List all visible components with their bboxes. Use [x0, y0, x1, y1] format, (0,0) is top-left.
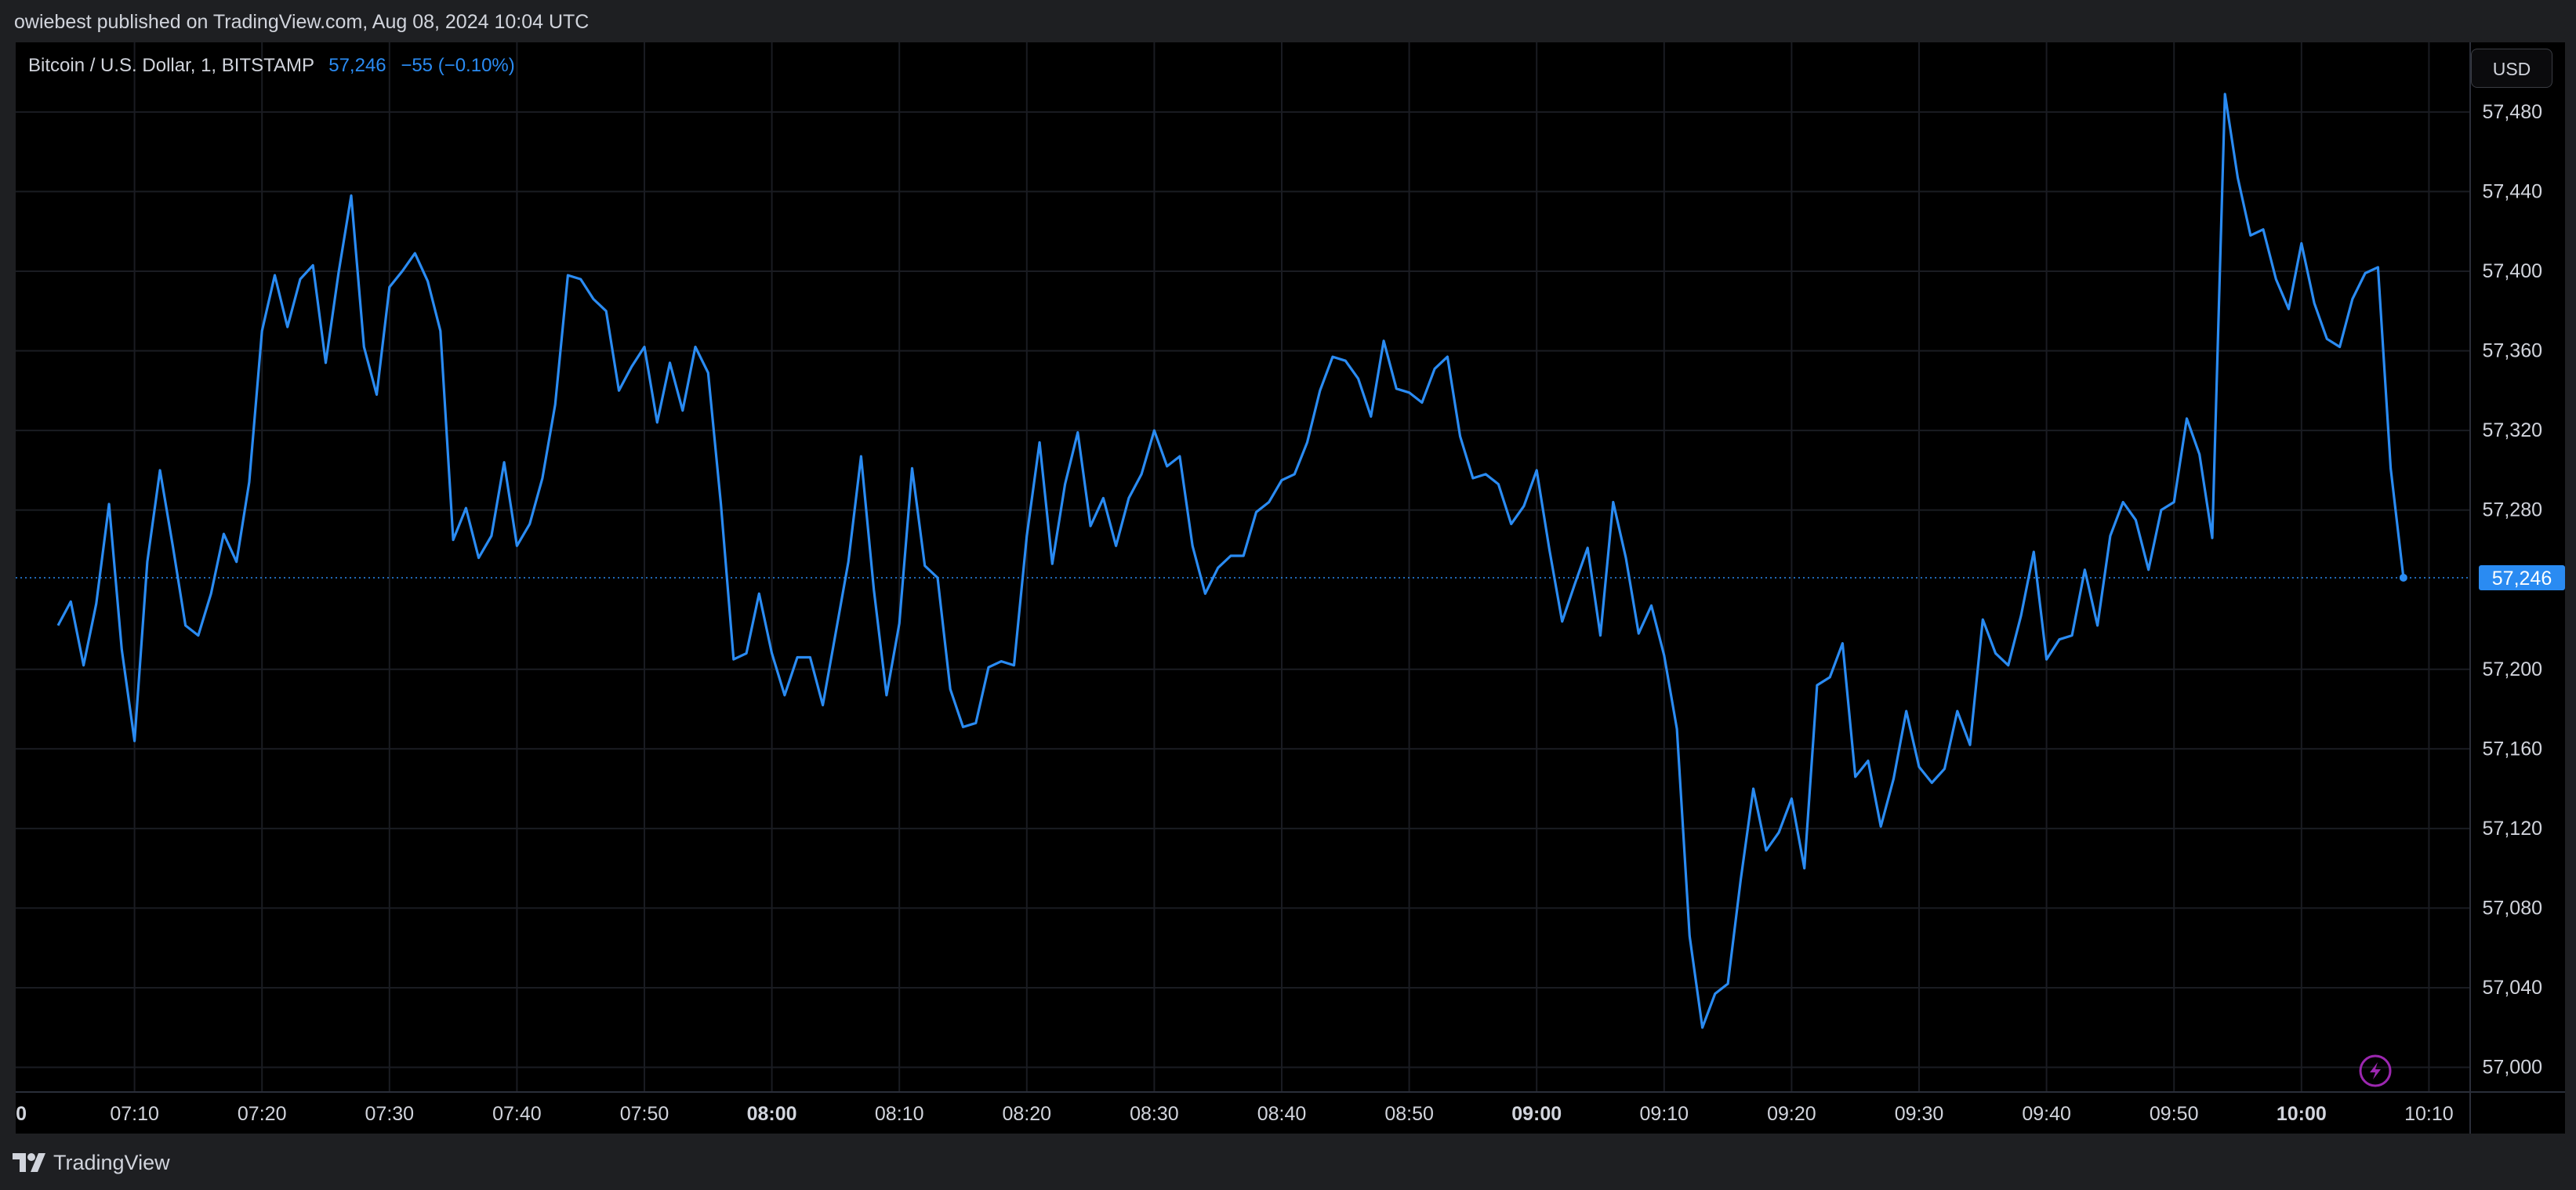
y-tick-label: 57,120: [2483, 818, 2542, 840]
last-price-point: [2399, 573, 2407, 582]
y-tick-label: 57,480: [2483, 101, 2542, 123]
y-tick-label: 57,400: [2483, 260, 2542, 282]
legend-change: −55 (−0.10%): [401, 55, 515, 76]
x-tick-label: 08:40: [1257, 1103, 1307, 1125]
chart-area[interactable]: 57,000 57,040 57,080 57,120 57,160 57,200 57,2…: [16, 42, 2565, 1134]
x-tick-label: 10:10: [2404, 1103, 2454, 1125]
tradingview-logo-icon: [13, 1153, 45, 1172]
x-tick-label: 08:50: [1384, 1103, 1434, 1125]
x-tick-label: 7:00: [16, 1103, 27, 1125]
x-tick-label: 07:20: [238, 1103, 287, 1125]
x-tick-label: 09:30: [1895, 1103, 1944, 1125]
lightning-icon[interactable]: [2359, 1054, 2392, 1087]
price-chart[interactable]: 57,000 57,040 57,080 57,120 57,160 57,200 57,2…: [16, 42, 2565, 1134]
y-tick-label: 57,040: [2483, 977, 2542, 999]
y-tick-label: 57,080: [2483, 897, 2542, 919]
tradingview-brand[interactable]: TradingView: [13, 1149, 170, 1176]
y-tick-label: 57,000: [2483, 1057, 2542, 1079]
x-tick-label: 07:30: [365, 1103, 415, 1125]
x-tick-label: 08:20: [1003, 1103, 1052, 1125]
x-tick-label: 09:10: [1640, 1103, 1689, 1125]
x-tick-label: 08:30: [1130, 1103, 1179, 1125]
currency-button[interactable]: USD: [2471, 49, 2552, 88]
price-line-series: [56, 93, 2405, 1029]
y-tick-label: 57,200: [2483, 658, 2542, 680]
x-tick-label: 09:20: [1767, 1103, 1816, 1125]
brand-name: TradingView: [53, 1150, 170, 1174]
x-tick-label: 10:00: [2277, 1103, 2327, 1125]
last-price-label: 57,246: [2492, 568, 2552, 590]
y-tick-label: 57,360: [2483, 340, 2542, 362]
x-tick-label: 07:10: [110, 1103, 159, 1125]
chart-legend: Bitcoin / U.S. Dollar, 1, BITSTAMP 57,24…: [28, 55, 515, 77]
x-tick-label: 07:50: [620, 1103, 669, 1125]
top-bar: owiebest published on TradingView.com, A…: [0, 0, 2576, 42]
x-tick-label: 09:40: [2022, 1103, 2071, 1125]
x-tick-label: 09:00: [1511, 1103, 1562, 1125]
y-tick-label: 57,280: [2483, 499, 2542, 521]
publisher-info: owiebest published on TradingView.com, A…: [14, 11, 590, 33]
x-tick-label: 09:50: [2150, 1103, 2199, 1125]
x-tick-label: 08:00: [747, 1103, 797, 1125]
legend-price: 57,246: [328, 55, 386, 76]
legend-symbol: Bitcoin / U.S. Dollar, 1, BITSTAMP: [28, 55, 314, 76]
x-tick-label: 08:10: [875, 1103, 924, 1125]
x-tick-label: 07:40: [492, 1103, 542, 1125]
y-tick-label: 57,320: [2483, 419, 2542, 441]
y-tick-label: 57,440: [2483, 180, 2542, 202]
y-tick-label: 57,160: [2483, 738, 2542, 760]
footer: [0, 1134, 2576, 1190]
